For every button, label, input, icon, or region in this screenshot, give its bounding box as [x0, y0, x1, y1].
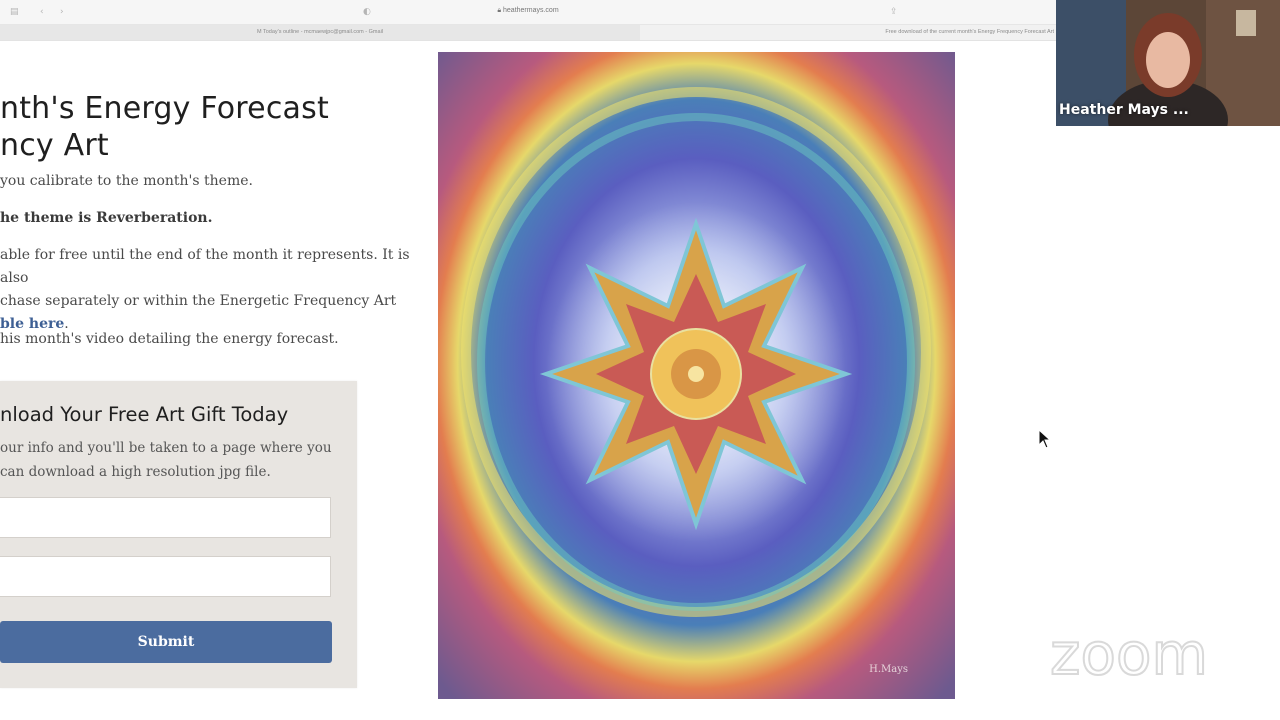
availability-line-1: able for free until the end of the month…	[0, 247, 410, 286]
participant-video[interactable]: Heather Mays ...	[1056, 0, 1280, 126]
availability-line-2: chase separately or within the Energetic…	[0, 293, 397, 309]
mandala-art-image: H.Mays	[438, 52, 955, 699]
mandala-star	[539, 217, 853, 531]
mouse-pointer-icon	[1038, 429, 1052, 449]
desc-line-1: our info and you'll be taken to a page w…	[0, 440, 332, 456]
form-description: our info and you'll be taken to a page w…	[0, 436, 335, 484]
title-line-1: nth's Energy Forecast	[0, 91, 329, 126]
name-input[interactable]	[0, 497, 331, 538]
download-form-card: nload Your Free Art Gift Today our info …	[0, 381, 357, 688]
tab-bar: M Today's outline - mcmaewjpc@gmail.com …	[0, 25, 1056, 41]
url-text: heathermays.com	[503, 7, 559, 14]
share-icon[interactable]: ⇪	[890, 7, 900, 17]
tab-gmail[interactable]: M Today's outline - mcmaewjpc@gmail.com …	[0, 25, 640, 40]
tab-gmail-label: Today's outline - mcmaewjpc@gmail.com - …	[262, 29, 384, 35]
intro-text: you calibrate to the month's theme.	[0, 173, 253, 189]
page-title: nth's Energy Forecast ncy Art	[0, 90, 420, 164]
energy-forecast-artwork: H.Mays	[438, 52, 955, 699]
email-input[interactable]	[0, 556, 331, 597]
tab-current[interactable]: Free download of the current month's Ene…	[640, 25, 1056, 40]
submit-button[interactable]: Submit	[0, 621, 332, 663]
desc-line-2: can download a high resolution jpg file.	[0, 464, 271, 480]
zoom-logo: zoom	[1049, 626, 1209, 686]
theme-text: he theme is Reverberation.	[0, 210, 213, 226]
availability-text: able for free until the end of the month…	[0, 244, 430, 336]
tab-current-label: Free download of the current month's Ene…	[885, 29, 1054, 35]
form-heading: nload Your Free Art Gift Today	[0, 403, 289, 426]
participant-name: Heather Mays ...	[1059, 102, 1189, 118]
browser-toolbar: ▤ ‹ › ◐ 🔒︎ heathermays.com ⇪	[0, 0, 1056, 25]
artist-signature: H.Mays	[869, 664, 908, 675]
zoom-wordmark: zoom	[1050, 626, 1208, 686]
video-text: his month's video detailing the energy f…	[0, 331, 339, 347]
title-line-2: ncy Art	[0, 128, 109, 163]
